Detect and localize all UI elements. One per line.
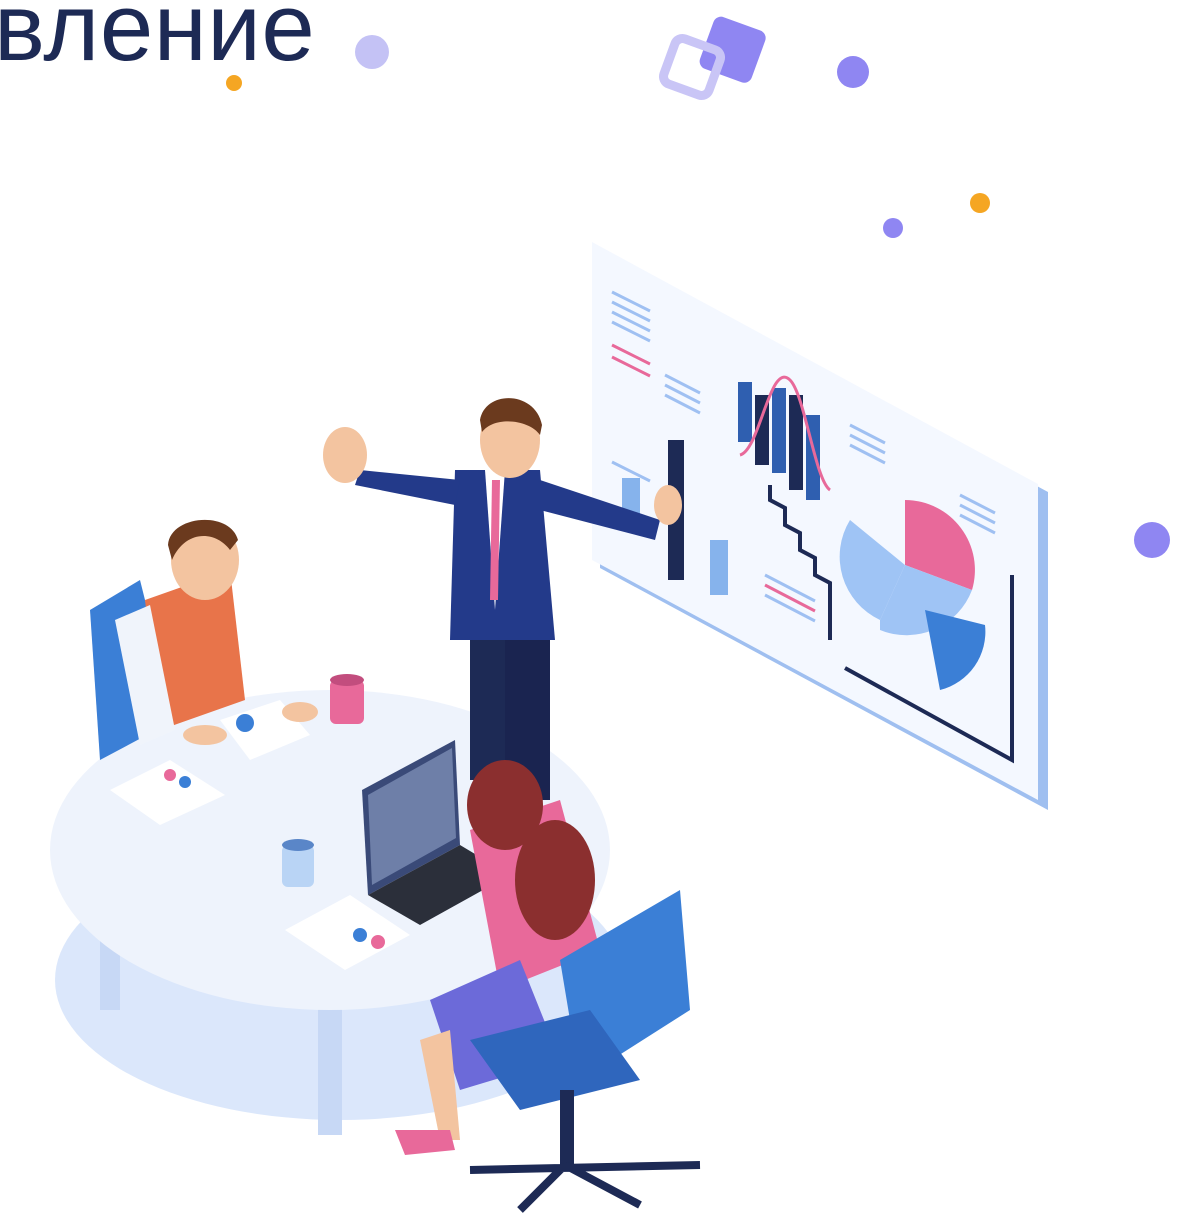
blue-cup [282, 845, 314, 887]
decor-dot-purple-3 [883, 218, 903, 238]
decor-dot-purple-2 [837, 56, 869, 88]
decor-dot-orange-2 [970, 193, 990, 213]
dashboard-board [592, 242, 1048, 810]
decor-dot-purple-1 [355, 35, 389, 69]
decor-dot-orange-1 [226, 75, 242, 91]
decor-squares-icon [658, 16, 766, 101]
pink-cup [330, 680, 364, 724]
business-meeting-illustration [50, 16, 1170, 1213]
decor-dot-purple-4 [1134, 522, 1170, 558]
